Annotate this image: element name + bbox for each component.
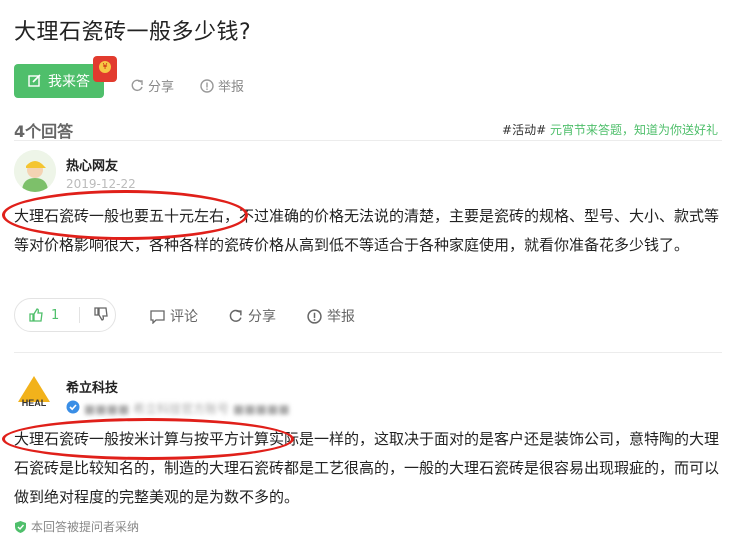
answer-author[interactable]: 希立科技: [66, 377, 118, 396]
question-title: 大理石瓷砖一般多少钱?: [14, 20, 252, 45]
divider: [14, 140, 722, 141]
author-meta: ■■■■ 希立科技官方账号 ■■■■■: [84, 402, 290, 416]
like-count: 1: [51, 307, 60, 323]
share-answer-label: 分享: [248, 309, 276, 325]
report-answer-button[interactable]: 举报: [307, 306, 355, 326]
annotation-ellipse: [2, 190, 248, 240]
report-label: 举报: [218, 80, 245, 95]
promo-tag: #活动#: [502, 123, 547, 137]
thumbs-down-icon: [94, 306, 108, 321]
vote-control: 1: [14, 298, 116, 332]
svg-text:HEAL: HEAL: [22, 398, 47, 408]
dislike-button[interactable]: [80, 306, 108, 325]
adopted-label: 本回答被提问者采纳: [31, 520, 140, 534]
answer-button[interactable]: 我来答: [14, 64, 104, 98]
like-button[interactable]: 1: [15, 308, 79, 323]
verified-icon: [66, 400, 80, 414]
share-label: 分享: [148, 80, 175, 95]
comment-icon: [150, 309, 165, 324]
answer-author[interactable]: 热心网友: [66, 155, 118, 174]
shield-check-icon: [15, 520, 26, 533]
share-icon: [131, 79, 143, 91]
edit-icon: [28, 74, 41, 87]
comment-button[interactable]: 评论: [150, 306, 198, 326]
company-logo-avatar[interactable]: HEAL: [14, 372, 54, 412]
report-icon: [200, 78, 214, 93]
answer-count: 4个回答: [14, 122, 74, 141]
answer-button-label: 我来答: [48, 74, 90, 90]
report-answer-label: 举报: [327, 309, 355, 325]
share-question-button[interactable]: 分享: [130, 76, 174, 95]
red-envelope-icon: ¥: [93, 56, 117, 82]
annotation-ellipse: [2, 418, 294, 460]
report-icon: [307, 308, 322, 324]
report-question-button[interactable]: 举报: [200, 76, 244, 95]
share-answer-button[interactable]: 分享: [228, 306, 276, 326]
comment-label: 评论: [170, 309, 198, 325]
promo-text: 元宵节来答题，知道为你送好礼: [546, 123, 718, 137]
divider: [14, 352, 722, 353]
share-icon: [229, 309, 242, 322]
adopted-badge: 本回答被提问者采纳: [14, 518, 139, 535]
avatar[interactable]: [14, 150, 56, 192]
promo-link[interactable]: #活动# 元宵节来答题，知道为你送好礼: [502, 121, 718, 138]
thumbs-up-icon: [29, 308, 43, 322]
answer-date: 2019-12-22: [66, 177, 136, 191]
